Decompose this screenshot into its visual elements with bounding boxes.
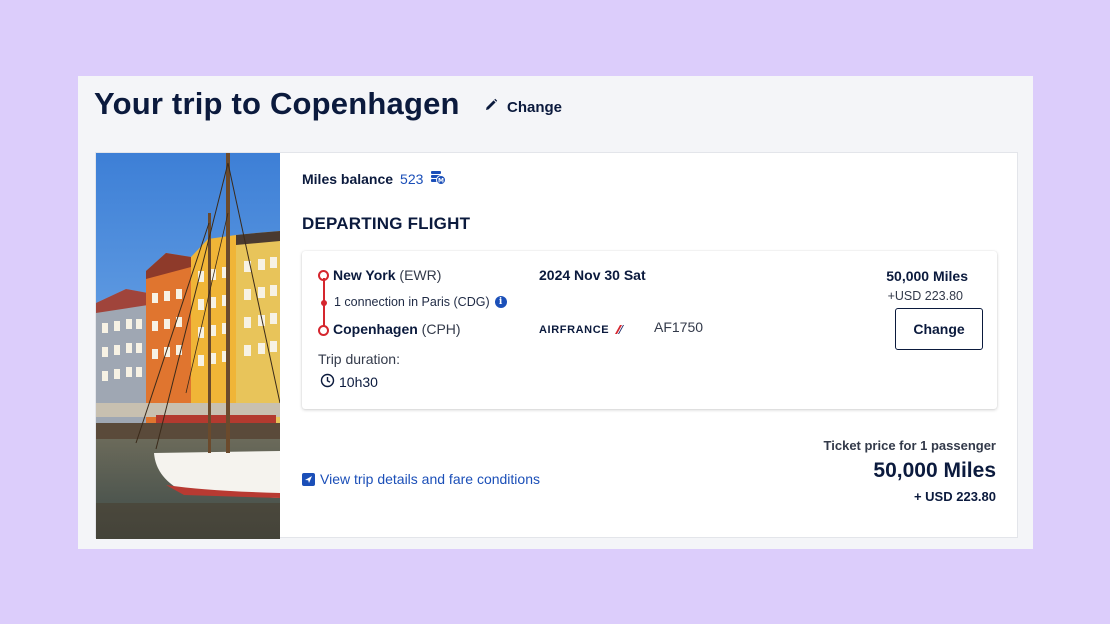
flight-price-usd: +USD 223.80 <box>887 289 963 303</box>
connection-text: 1 connection in Paris (CDG) <box>334 295 490 309</box>
clock-icon <box>320 373 335 391</box>
svg-text:M: M <box>438 177 444 184</box>
airfrance-stripe-icon <box>612 321 625 339</box>
flight-date: 2024 Nov 30 Sat <box>539 267 646 283</box>
pencil-icon <box>484 98 498 116</box>
view-trip-details-label: View trip details and fare conditions <box>320 471 540 487</box>
info-icon[interactable]: i <box>494 296 507 308</box>
total-price-usd: + USD 223.80 <box>913 489 996 504</box>
trip-duration-label: Trip duration: <box>318 351 400 367</box>
view-trip-details-link[interactable]: View trip details and fare conditions <box>302 471 540 487</box>
destination-city: Copenhagen <box>333 321 418 337</box>
trip-panel: Your trip to Copenhagen Change Miles bal… <box>78 76 1033 549</box>
plane-details-icon <box>302 472 315 486</box>
flight-card: New York (EWR) 1 connection in Paris (CD… <box>302 251 997 409</box>
miles-wallet-icon: M <box>430 169 447 188</box>
miles-balance-label: Miles balance <box>302 170 394 187</box>
airline-name: AIRFRANCE <box>539 324 610 336</box>
change-trip-label: Change <box>507 98 563 116</box>
trip-content: Miles balance 523 M DEPARTING FLIGHT New… <box>280 153 1017 537</box>
destination-dot-icon <box>318 325 329 336</box>
origin-code: (EWR) <box>399 267 442 283</box>
trip-duration-value: 10h30 <box>339 374 378 390</box>
miles-balance: Miles balance 523 M <box>302 169 447 188</box>
flight-price-miles: 50,000 Miles <box>886 268 968 284</box>
trip-card: Miles balance 523 M DEPARTING FLIGHT New… <box>95 152 1018 539</box>
total-price-miles: 50,000 Miles <box>873 459 996 482</box>
ticket-price-label: Ticket price for 1 passenger <box>823 438 996 453</box>
departing-flight-heading: DEPARTING FLIGHT <box>302 214 471 233</box>
origin-city: New York <box>333 267 396 283</box>
change-trip-button[interactable]: Change <box>484 98 562 116</box>
destination-code: (CPH) <box>421 321 461 337</box>
connection-info: 1 connection in Paris (CDG) i <box>334 295 507 309</box>
origin: New York (EWR) <box>333 267 441 283</box>
airline-logo: AIRFRANCE <box>539 321 625 339</box>
nyhavn-harbor-photo <box>96 153 280 539</box>
flight-number: AF1750 <box>654 319 704 335</box>
page-title: Your trip to Copenhagen <box>94 86 460 121</box>
miles-balance-value: 523 <box>400 170 424 187</box>
change-flight-button[interactable]: Change <box>895 308 983 350</box>
connection-dot-icon <box>321 300 327 306</box>
destination: Copenhagen (CPH) <box>333 321 461 337</box>
trip-duration: 10h30 <box>320 373 378 391</box>
